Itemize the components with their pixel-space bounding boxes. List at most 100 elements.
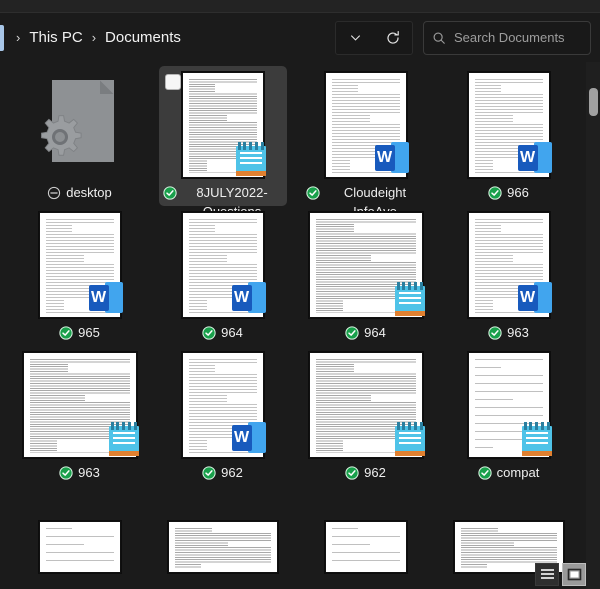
breadcrumb-separator-0: › bbox=[16, 30, 21, 45]
file-thumbnail: W bbox=[180, 352, 266, 458]
file-label-row: compat bbox=[447, 463, 571, 482]
file-label-row: desktop bbox=[18, 183, 142, 202]
file-label-row: 962 bbox=[304, 463, 428, 482]
file-list-area: desktop 8JULY2022-Questions bbox=[0, 62, 600, 589]
word-app-icon: W bbox=[517, 282, 552, 316]
file-label-row: 964 bbox=[161, 323, 285, 342]
file-label-row: 964 bbox=[304, 323, 428, 342]
file-item-965[interactable]: W 965 bbox=[16, 206, 144, 346]
notepad-app-icon bbox=[394, 422, 425, 458]
sync-status-icon bbox=[345, 466, 359, 480]
word-app-icon: W bbox=[88, 282, 123, 316]
file-item-14[interactable] bbox=[302, 486, 430, 589]
file-thumbnail: W bbox=[180, 212, 266, 318]
sync-status-icon bbox=[59, 326, 73, 340]
sync-status-icon bbox=[306, 186, 320, 200]
word-app-icon: W bbox=[374, 142, 409, 176]
file-thumbnail: W bbox=[323, 72, 409, 178]
file-item-12[interactable] bbox=[16, 486, 144, 589]
sync-status-icon bbox=[59, 466, 73, 480]
breadcrumb-item-documents[interactable]: Documents bbox=[102, 27, 184, 48]
search-box[interactable]: Search Documents bbox=[423, 20, 591, 55]
search-icon bbox=[432, 31, 446, 45]
file-name: 962 bbox=[364, 465, 386, 480]
sync-status-icon bbox=[163, 186, 177, 200]
file-item-cloudeight-infoave-weekly966[interactable]: W Cloudeight InfoAve Weekly966 bbox=[302, 66, 430, 238]
sync-status-icon bbox=[202, 326, 216, 340]
file-item-966[interactable]: W 966 bbox=[445, 66, 573, 206]
blocked-status-icon bbox=[47, 186, 61, 200]
sync-status-icon bbox=[345, 326, 359, 340]
file-name: desktop bbox=[66, 185, 112, 200]
history-dropdown-button[interactable] bbox=[336, 22, 374, 54]
refresh-icon bbox=[385, 30, 401, 46]
large-icons-icon bbox=[567, 568, 582, 581]
title-bar bbox=[0, 0, 600, 13]
file-name: compat bbox=[496, 465, 540, 480]
file-label-row: 965 bbox=[18, 323, 142, 342]
file-thumbnail bbox=[37, 492, 123, 589]
file-thumbnail: W bbox=[466, 72, 552, 178]
address-bar-buttons bbox=[335, 20, 413, 55]
notepad-app-icon bbox=[235, 142, 266, 178]
file-thumbnail bbox=[164, 492, 282, 589]
scrollbar-thumb[interactable] bbox=[589, 88, 598, 116]
file-thumbnail bbox=[307, 212, 425, 318]
search-input[interactable]: Search Documents bbox=[454, 30, 565, 45]
file-item-963[interactable]: W 963 bbox=[445, 206, 573, 346]
sync-status-icon bbox=[202, 466, 216, 480]
file-label-row: 962 bbox=[161, 463, 285, 482]
gear-icon bbox=[38, 114, 88, 164]
file-name: 963 bbox=[507, 325, 529, 340]
file-item-964[interactable]: 964 bbox=[302, 206, 430, 346]
file-item-963[interactable]: 963 bbox=[16, 346, 144, 486]
file-item-962[interactable]: W 962 bbox=[159, 346, 287, 486]
file-explorer-window: › This PC › Documents Search Documents d… bbox=[0, 0, 600, 589]
word-app-icon: W bbox=[231, 282, 266, 316]
document-preview bbox=[167, 521, 278, 573]
file-item-964[interactable]: W 964 bbox=[159, 206, 287, 346]
file-thumbnail: W bbox=[466, 212, 552, 318]
refresh-button[interactable] bbox=[374, 22, 412, 54]
document-preview bbox=[38, 521, 121, 573]
file-label-row: 963 bbox=[447, 323, 571, 342]
file-select-checkbox[interactable] bbox=[164, 74, 181, 90]
file-name: 964 bbox=[221, 325, 243, 340]
sync-status-icon bbox=[488, 186, 502, 200]
document-preview bbox=[324, 521, 407, 573]
large-icons-view-button[interactable] bbox=[562, 562, 586, 586]
file-label-row: 966 bbox=[447, 183, 571, 202]
file-thumbnail bbox=[466, 352, 552, 458]
breadcrumb[interactable]: › This PC › Documents bbox=[4, 21, 335, 55]
breadcrumb-item-this-pc[interactable]: This PC bbox=[26, 27, 85, 48]
file-label-row: 963 bbox=[18, 463, 142, 482]
file-name: 963 bbox=[78, 465, 100, 480]
file-thumbnail bbox=[21, 352, 139, 458]
sync-status-icon bbox=[488, 326, 502, 340]
file-thumbnail bbox=[323, 492, 409, 589]
notepad-app-icon bbox=[521, 422, 552, 458]
file-grid: desktop 8JULY2022-Questions bbox=[0, 62, 586, 589]
file-name: 962 bbox=[221, 465, 243, 480]
file-name: 964 bbox=[364, 325, 386, 340]
notepad-app-icon bbox=[108, 422, 139, 458]
file-item-13[interactable] bbox=[159, 486, 287, 589]
breadcrumb-separator-1: › bbox=[91, 30, 97, 45]
file-thumbnail bbox=[37, 72, 123, 178]
status-bar bbox=[535, 561, 586, 587]
address-bar: › This PC › Documents Search Documents bbox=[0, 13, 600, 62]
file-name: 966 bbox=[507, 185, 529, 200]
list-view-icon bbox=[540, 568, 555, 581]
file-item-compat[interactable]: compat bbox=[445, 346, 573, 486]
file-thumbnail bbox=[307, 352, 425, 458]
sync-status-icon bbox=[478, 466, 492, 480]
vertical-scrollbar[interactable] bbox=[586, 62, 600, 589]
notepad-app-icon bbox=[394, 282, 425, 318]
details-view-button[interactable] bbox=[535, 562, 559, 586]
file-item-962[interactable]: 962 bbox=[302, 346, 430, 486]
file-item-desktop[interactable]: desktop bbox=[16, 66, 144, 206]
file-item-8july2022-questions[interactable]: 8JULY2022-Questions bbox=[158, 66, 287, 219]
chevron-down-icon bbox=[348, 30, 363, 45]
file-name: 965 bbox=[78, 325, 100, 340]
word-app-icon: W bbox=[231, 422, 266, 456]
